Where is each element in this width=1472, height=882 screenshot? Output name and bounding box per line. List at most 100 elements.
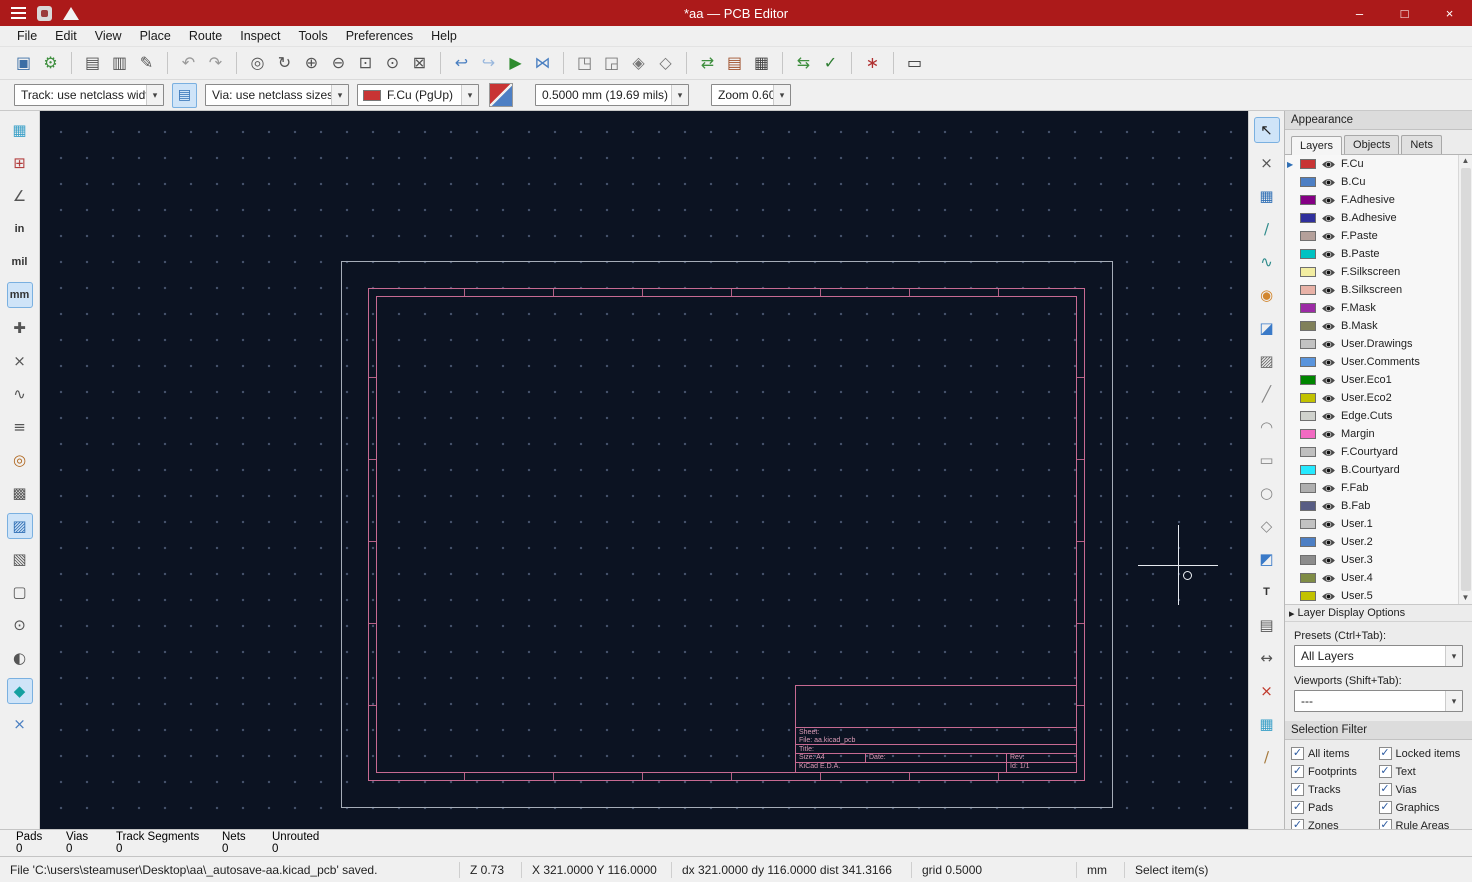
visibility-eye-icon[interactable] <box>1321 519 1336 530</box>
zone-display-hide-icon[interactable]: ▢ <box>7 579 33 605</box>
layer-color-swatch[interactable] <box>1300 393 1316 403</box>
curved-ratsnest-icon[interactable]: ∿ <box>7 381 33 407</box>
User.1[interactable]: User.1 <box>1285 515 1458 533</box>
filter-checkbox[interactable]: Text <box>1378 765 1467 778</box>
B.Mask[interactable]: B.Mask <box>1285 317 1458 335</box>
layers-scrollbar[interactable]: ▲ ▼ <box>1458 155 1472 604</box>
textbox-tool-icon[interactable]: ▤ <box>1254 612 1280 638</box>
F.Mask[interactable]: F.Mask <box>1285 299 1458 317</box>
print-icon[interactable]: ▥ <box>106 50 133 77</box>
visibility-eye-icon[interactable] <box>1321 249 1336 260</box>
route-diff-pair-icon[interactable]: ∿ <box>1254 249 1280 275</box>
presets-select[interactable]: All Layers ▾ <box>1294 645 1463 667</box>
visibility-eye-icon[interactable] <box>1321 213 1336 224</box>
dimension-tool-icon[interactable]: ↔ <box>1254 645 1280 671</box>
circle-tool-icon[interactable]: ○ <box>1254 480 1280 506</box>
flip-board-view-icon[interactable]: ▶ <box>502 50 529 77</box>
undo-icon[interactable]: ↶ <box>175 50 202 77</box>
flip-view-icon[interactable]: ◆ <box>6 678 33 704</box>
local-ratsnest-icon[interactable]: × <box>1254 150 1280 176</box>
filter-checkbox[interactable]: All items <box>1291 747 1379 760</box>
active-layer-select[interactable]: F.Cu (PgUp) ▾ <box>357 84 479 106</box>
User.4[interactable]: User.4 <box>1285 569 1458 587</box>
scroll-up-icon[interactable]: ▲ <box>1462 156 1470 166</box>
close-button[interactable]: × <box>1427 0 1472 26</box>
layer-color-swatch[interactable] <box>1300 159 1316 169</box>
visibility-eye-icon[interactable] <box>1321 177 1336 188</box>
appearance-tab[interactable]: Layers <box>1291 136 1343 155</box>
zoom-objects-icon[interactable]: ⊙ <box>379 50 406 77</box>
unlock-icon[interactable]: ◇ <box>652 50 679 77</box>
high-contrast-icon[interactable]: ◐ <box>7 645 33 671</box>
Margin[interactable]: Margin <box>1285 425 1458 443</box>
User.Drawings[interactable]: User.Drawings <box>1285 335 1458 353</box>
ungroup-icon[interactable]: ◲ <box>598 50 625 77</box>
layer-color-swatch[interactable] <box>1300 285 1316 295</box>
F.Silkscreen[interactable]: F.Silkscreen <box>1285 263 1458 281</box>
visibility-eye-icon[interactable] <box>1321 537 1336 548</box>
User.5[interactable]: User.5 <box>1285 587 1458 604</box>
menu-item[interactable]: Preferences <box>337 27 422 45</box>
layer-color-swatch[interactable] <box>1300 573 1316 583</box>
filter-checkbox[interactable]: Footprints <box>1291 765 1379 778</box>
polar-coords-icon[interactable]: ∠ <box>7 183 33 209</box>
menu-item[interactable]: Edit <box>46 27 86 45</box>
line-tool-icon[interactable]: ╱ <box>1254 381 1280 407</box>
plugin-manager-icon[interactable]: ⚙ <box>37 50 64 77</box>
mirror-icon[interactable]: ⋈ <box>529 50 556 77</box>
B.Courtyard[interactable]: B.Courtyard <box>1285 461 1458 479</box>
layer-color-swatch[interactable] <box>1300 267 1316 277</box>
net-inspector-icon[interactable]: ∗ <box>859 50 886 77</box>
layer-pair-indicator-icon[interactable] <box>489 83 513 107</box>
User.3[interactable]: User.3 <box>1285 551 1458 569</box>
visibility-eye-icon[interactable] <box>1321 267 1336 278</box>
zoom-selection-icon[interactable]: ⊠ <box>406 50 433 77</box>
layer-color-swatch[interactable] <box>1300 447 1316 457</box>
footprint-browser-icon[interactable]: ▤ <box>721 50 748 77</box>
image-tool-icon[interactable]: ◩ <box>1254 546 1280 572</box>
footprint-tool-icon[interactable]: ▦ <box>1254 183 1280 209</box>
appearance-tab[interactable]: Objects <box>1344 135 1400 154</box>
User.2[interactable]: User.2 <box>1285 533 1458 551</box>
visibility-eye-icon[interactable] <box>1321 429 1336 440</box>
hamburger-menu-icon[interactable] <box>11 7 26 19</box>
visibility-eye-icon[interactable] <box>1321 555 1336 566</box>
layer-color-swatch[interactable] <box>1300 321 1316 331</box>
filter-checkbox[interactable]: Locked items <box>1378 747 1467 760</box>
arc-tool-icon[interactable]: ◠ <box>1254 414 1280 440</box>
visibility-eye-icon[interactable] <box>1321 321 1336 332</box>
track-width-select[interactable]: Track: use netclass width ▾ <box>14 84 164 106</box>
units-inches-button[interactable]: in <box>7 216 33 242</box>
F.Fab[interactable]: F.Fab <box>1285 479 1458 497</box>
Edge.Cuts[interactable]: Edge.Cuts <box>1285 407 1458 425</box>
zoom-fit-icon[interactable]: ⊡ <box>352 50 379 77</box>
menu-item[interactable]: Inspect <box>231 27 289 45</box>
scrollbar-thumb[interactable] <box>1460 168 1471 591</box>
polygon-tool-icon[interactable]: ◇ <box>1254 513 1280 539</box>
filter-checkbox[interactable]: Pads <box>1291 801 1379 814</box>
User.Comments[interactable]: User.Comments <box>1285 353 1458 371</box>
rule-area-icon[interactable]: ▨ <box>1254 348 1280 374</box>
F.Cu[interactable]: F.Cu <box>1285 155 1458 173</box>
cursor-shape-icon[interactable]: ✚ <box>7 315 33 341</box>
B.Paste[interactable]: B.Paste <box>1285 245 1458 263</box>
menu-item[interactable]: Route <box>180 27 231 45</box>
via-size-select[interactable]: Via: use netclass sizes ▾ <box>205 84 349 106</box>
B.Fab[interactable]: B.Fab <box>1285 497 1458 515</box>
visibility-eye-icon[interactable] <box>1321 303 1336 314</box>
minimize-button[interactable]: – <box>1337 0 1382 26</box>
layer-display-options[interactable]: ▸ Layer Display Options <box>1285 605 1472 622</box>
visibility-eye-icon[interactable] <box>1321 591 1336 602</box>
units-mils-button[interactable]: mil <box>7 249 33 275</box>
menu-item[interactable]: Place <box>131 27 180 45</box>
visibility-eye-icon[interactable] <box>1321 483 1336 494</box>
wrench-icon[interactable]: × <box>7 711 33 737</box>
visibility-eye-icon[interactable] <box>1321 195 1336 206</box>
zone-tool-icon[interactable]: ◪ <box>1254 315 1280 341</box>
group-icon[interactable]: ◳ <box>571 50 598 77</box>
update-pcb-icon[interactable]: ⇄ <box>694 50 721 77</box>
zoom-in-icon[interactable]: ⊕ <box>298 50 325 77</box>
filter-checkbox[interactable]: Vias <box>1378 783 1467 796</box>
visibility-eye-icon[interactable] <box>1321 285 1336 296</box>
User.Eco1[interactable]: User.Eco1 <box>1285 371 1458 389</box>
